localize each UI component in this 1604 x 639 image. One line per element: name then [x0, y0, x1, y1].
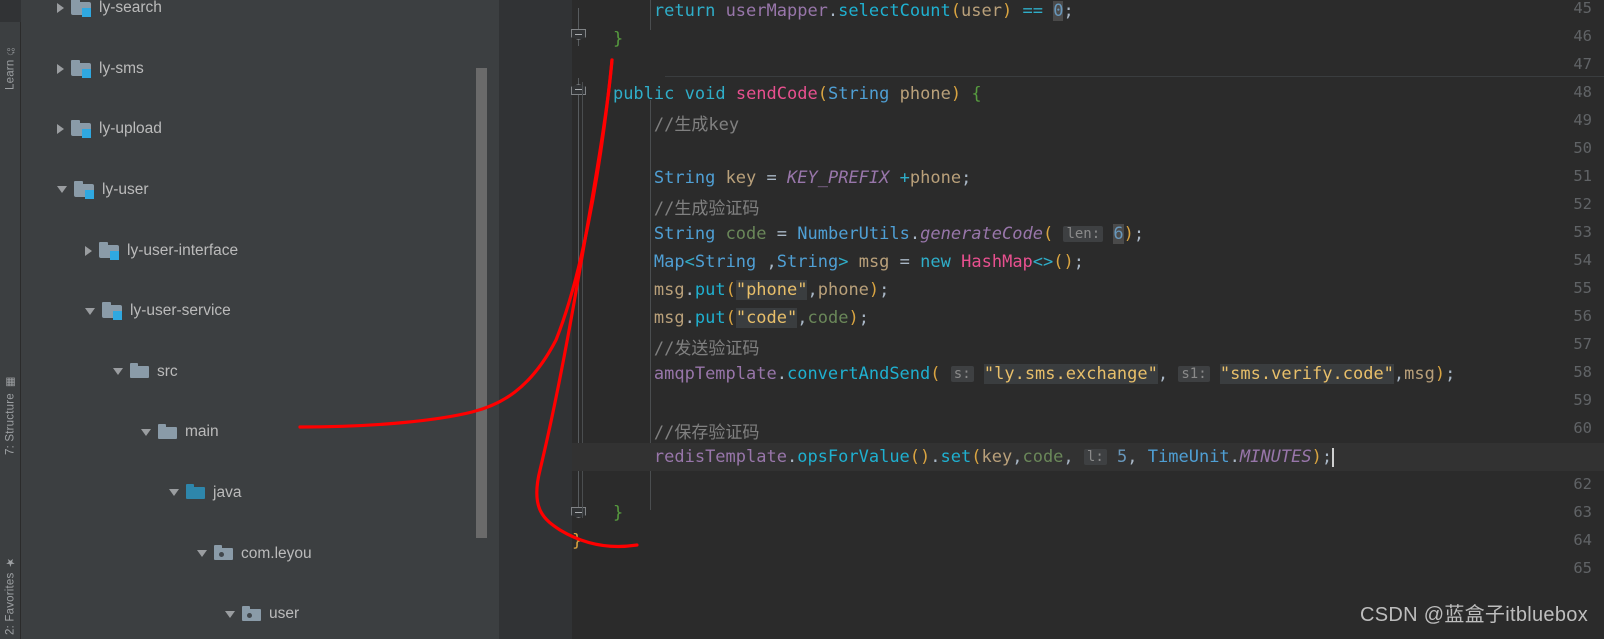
code-line: //生成验证码 — [653, 198, 760, 219]
chevron-down-icon[interactable] — [57, 186, 67, 194]
tree-node-label: user — [269, 605, 300, 623]
tree-node-user[interactable]: user — [21, 599, 487, 629]
idea-window: Learn ⎌ 7: Structure ▦ 2: Favorites ★ ly… — [0, 0, 1604, 639]
code-line: return userMapper. selectCount(user) == 0… — [653, 1, 1074, 22]
tree-node-java[interactable]: java — [21, 478, 487, 508]
code-line: String code = NumberUtils. generateCode( … — [653, 224, 1145, 245]
code-line: amqpTemplate. convertAndSend( s: "ly.sms.… — [653, 364, 1456, 385]
package-icon — [214, 545, 233, 561]
code-line: //保存验证码 — [653, 422, 760, 443]
tree-node-ly-sms[interactable]: ly-sms — [21, 54, 487, 84]
chevron-down-icon[interactable] — [225, 610, 235, 618]
tree-node-ly-upload[interactable]: ly-upload — [21, 114, 487, 144]
tree-node-src[interactable]: src — [21, 357, 487, 387]
chevron-right-icon[interactable] — [85, 245, 92, 256]
strip-top-block — [0, 0, 21, 22]
chevron-down-icon[interactable] — [169, 489, 179, 497]
tool-tab-learn-label: Learn — [4, 59, 17, 90]
code-line: public void sendCode(String phone) { — [612, 84, 982, 105]
folder-icon — [130, 363, 149, 379]
chevron-down-icon[interactable] — [197, 550, 207, 557]
chevron-right-icon[interactable] — [57, 63, 64, 74]
module-icon — [102, 302, 122, 321]
tree-node-label: java — [213, 483, 242, 501]
chevron-right-icon[interactable] — [57, 3, 64, 14]
code-editor[interactable]: 4546474849505152535455565758596061626364… — [487, 0, 1604, 639]
code-line-current: redisTemplate. opsForValue(). set(key, code… — [572, 443, 1604, 472]
gutter-glyph-strip — [487, 0, 499, 639]
structure-icon: ▦ — [5, 375, 17, 390]
code-line: } — [612, 29, 624, 50]
chevron-right-icon[interactable] — [57, 124, 64, 135]
project-scrollbar-thumb[interactable] — [476, 68, 487, 538]
package-icon — [242, 605, 261, 622]
tree-node-label: ly-search — [99, 0, 162, 17]
tree-node-ly-search[interactable]: ly-search — [21, 0, 487, 23]
tool-tab-learn[interactable]: Learn ⎌ — [0, 20, 21, 90]
code-line: //生成key — [653, 114, 740, 135]
folder-icon — [158, 423, 177, 440]
module-icon — [74, 180, 94, 199]
tree-node-label: com.leyou — [241, 544, 312, 562]
tree-node-com-leyou[interactable]: com.leyou — [21, 538, 487, 568]
tool-tab-structure-label: 7: Structure — [4, 393, 17, 455]
code-line: //发送验证码 — [653, 338, 760, 359]
module-icon — [99, 241, 119, 260]
module-icon — [71, 59, 91, 78]
tree-node-label: ly-user-interface — [127, 241, 239, 259]
code-line: } — [572, 531, 583, 552]
chevron-down-icon[interactable] — [113, 368, 123, 376]
code-line: msg. put("code", code); — [653, 308, 869, 329]
tree-node-main[interactable]: main — [21, 417, 487, 447]
watermark: CSDN @蓝盒子itbluebox — [1360, 604, 1588, 626]
learn-icon: ⎌ — [4, 44, 17, 56]
tree-node-label: ly-user-service — [130, 302, 231, 320]
tree-node-ly-user[interactable]: ly-user — [21, 175, 487, 205]
tree-node-label: ly-upload — [99, 120, 162, 138]
tool-tab-favorites-label: 2: Favorites — [4, 572, 17, 635]
tree-node-label: main — [185, 423, 219, 441]
code-line: Map < String , String > msg = new HashMap <>(… — [653, 252, 1085, 273]
text-caret — [1332, 447, 1334, 467]
tree-node-label: ly-user — [102, 180, 149, 198]
tool-window-strip: Learn ⎌ 7: Structure ▦ 2: Favorites ★ — [0, 0, 21, 639]
code-line: } — [612, 503, 624, 524]
tree-node-ly-user-service[interactable]: ly-user-service — [21, 296, 487, 326]
source-folder-icon — [186, 484, 205, 500]
tree-node-ly-user-interface[interactable]: ly-user-interface — [21, 235, 487, 265]
code-text-area[interactable]: return userMapper. selectCount(user) == 0… — [572, 0, 1604, 639]
star-icon: ★ — [5, 555, 17, 569]
code-line: msg. put("phone", phone); — [653, 280, 890, 301]
tool-tab-favorites[interactable]: 2: Favorites ★ — [0, 495, 21, 635]
tree-node-label: src — [157, 362, 178, 380]
tool-tab-structure[interactable]: 7: Structure ▦ — [0, 330, 21, 455]
code-line: String key = KEY_PREFIX + phone; — [653, 168, 972, 189]
chevron-down-icon[interactable] — [141, 428, 151, 436]
module-icon — [71, 120, 91, 139]
chevron-down-icon[interactable] — [85, 307, 95, 315]
project-tree[interactable]: ly-search ly-sms ly-upload ly-user ly-user-i… — [21, 0, 487, 636]
editor-gutter[interactable] — [487, 0, 572, 639]
project-tool-window[interactable]: ly-search ly-sms ly-upload ly-user ly-user-i… — [21, 0, 487, 639]
module-icon — [71, 0, 91, 18]
tree-node-label: ly-sms — [99, 59, 144, 77]
